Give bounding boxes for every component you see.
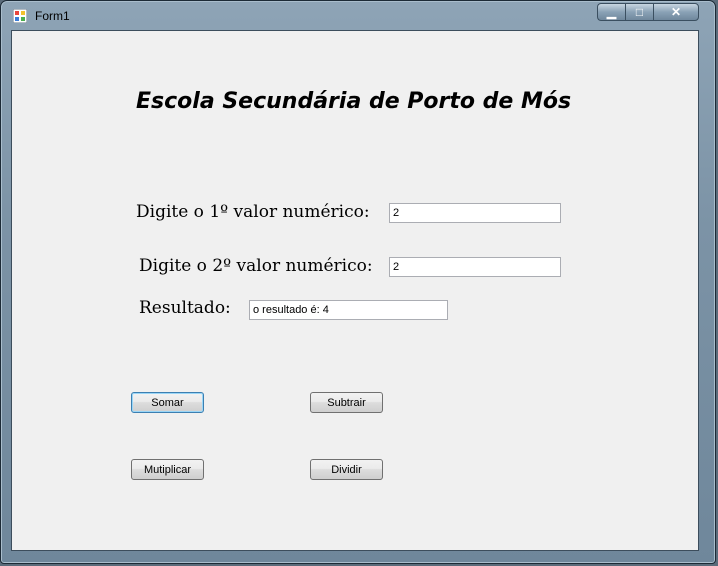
minimize-button[interactable]: ▁	[597, 3, 625, 21]
result-field[interactable]	[249, 300, 448, 320]
add-button[interactable]: Somar	[131, 392, 204, 413]
first-value-input[interactable]	[389, 203, 561, 223]
second-value-label: Digite o 2º valor numérico:	[139, 256, 373, 276]
close-button[interactable]: ✕	[653, 3, 699, 21]
maximize-button[interactable]: □	[625, 3, 653, 21]
second-value-input[interactable]	[389, 257, 561, 277]
window-title: Form1	[35, 9, 70, 23]
divide-button[interactable]: Dividir	[310, 459, 383, 480]
multiply-button[interactable]: Mutiplicar	[131, 459, 204, 480]
result-label: Resultado:	[139, 298, 231, 318]
subtract-button[interactable]: Subtrair	[310, 392, 383, 413]
form-client-area: Escola Secundária de Porto de Mós Digite…	[11, 30, 699, 551]
title-bar[interactable]: Form1 ▁ □ ✕	[1, 1, 715, 29]
maximize-icon: □	[635, 5, 644, 19]
main-window: Form1 ▁ □ ✕ Escola Secundária de Porto d…	[0, 0, 716, 564]
school-heading: Escola Secundária de Porto de Mós	[136, 89, 572, 114]
app-icon	[13, 9, 27, 23]
close-icon: ✕	[670, 5, 682, 19]
minimize-icon: ▁	[606, 5, 617, 19]
first-value-label: Digite o 1º valor numérico:	[136, 202, 370, 222]
